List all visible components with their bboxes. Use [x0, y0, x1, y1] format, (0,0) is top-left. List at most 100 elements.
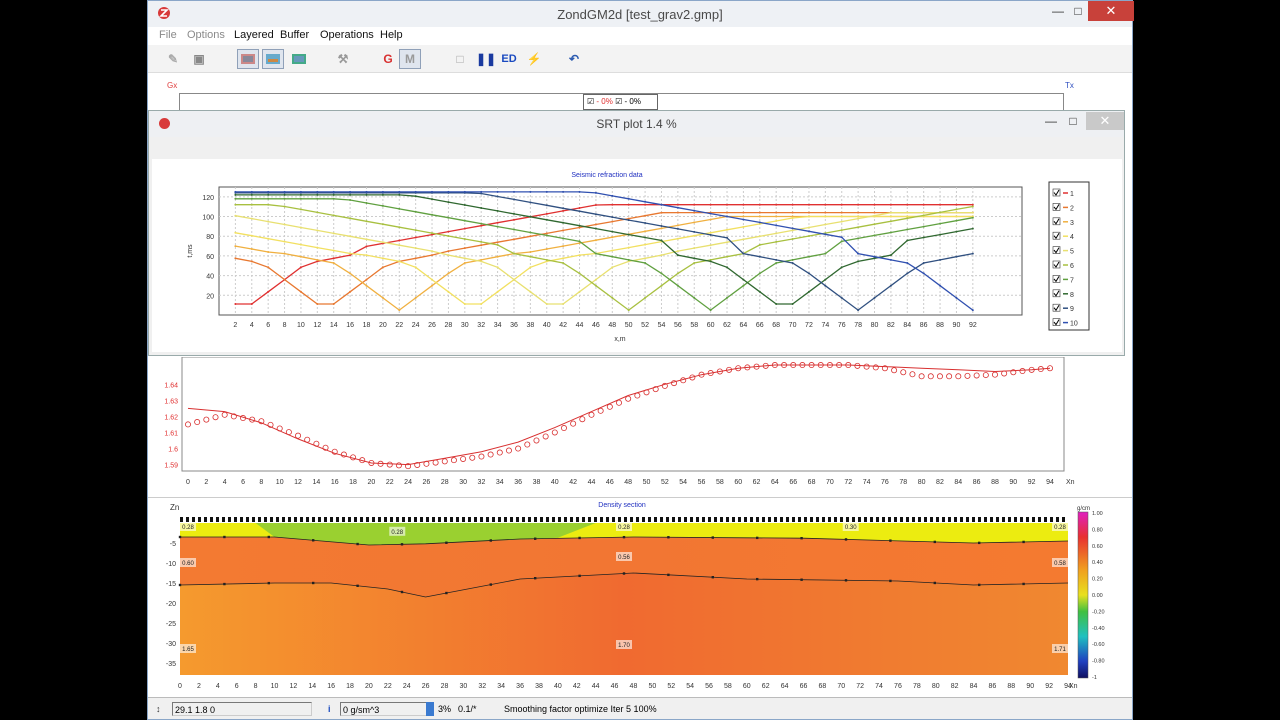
lightning-icon[interactable]: ⚡ — [523, 49, 545, 69]
y-tick-label: 1.61 — [164, 430, 178, 437]
x-tick-label: 8 — [254, 683, 258, 690]
data-point — [939, 258, 942, 261]
chart-title: Seismic refraction data — [571, 172, 642, 179]
sensor-marker — [822, 517, 825, 522]
title-bar[interactable]: ZondGM2d [test_grav2.gmp] — □ ✕ — [148, 1, 1134, 27]
sensor-marker — [630, 517, 633, 522]
data-point — [939, 284, 942, 287]
data-point — [349, 272, 352, 275]
menu-operations[interactable]: Operations — [320, 29, 374, 41]
data-point — [267, 203, 270, 206]
menu-file[interactable]: File — [159, 29, 177, 41]
sensor-marker — [318, 517, 321, 522]
data-point — [349, 217, 352, 220]
data-point — [611, 249, 614, 252]
data-point — [234, 203, 237, 206]
x-tick-label: 60 — [734, 479, 742, 486]
data-point — [808, 255, 810, 258]
data-point — [971, 205, 974, 208]
save-icon[interactable]: ▣ — [188, 49, 210, 69]
layer-label: 1.70 — [618, 643, 630, 649]
m-button[interactable]: M — [399, 49, 421, 69]
data-point — [906, 203, 909, 206]
data-point — [447, 235, 450, 237]
x-tick-label: 20 — [379, 322, 387, 329]
srt-minimize-button[interactable]: — — [1044, 111, 1058, 133]
minimize-button[interactable]: — — [1048, 1, 1068, 23]
data-point — [758, 215, 761, 218]
data-point — [578, 290, 581, 293]
data-point — [299, 197, 302, 200]
data-point — [709, 212, 712, 215]
x-tick-label: 54 — [658, 322, 666, 329]
sensor-marker — [648, 517, 651, 522]
sensor-marker — [942, 517, 945, 522]
sensor-marker — [756, 517, 759, 522]
checkbox-icon[interactable]: ☑ — [587, 97, 594, 106]
data-point — [676, 224, 679, 227]
data-point — [791, 262, 794, 264]
data-point — [627, 197, 630, 200]
sensor-marker — [306, 517, 309, 522]
data-point — [775, 262, 778, 264]
boundary-node — [267, 581, 270, 585]
data-point — [299, 193, 302, 196]
colorbar-tick-label: -1 — [1092, 675, 1097, 681]
x-tick-label: 50 — [625, 322, 633, 329]
data-point — [447, 272, 450, 275]
data-point — [660, 225, 663, 227]
sensor-marker — [816, 517, 819, 522]
status-bar: ↕ 29.1 1.8 0 i 0 g/sm^3 3% 0.1/* Smoothi… — [148, 697, 1132, 719]
layer-label: 0.58 — [1054, 561, 1066, 567]
data-point — [545, 248, 548, 250]
data-point — [529, 235, 532, 238]
colorbar-tick-label: 0.80 — [1092, 527, 1103, 533]
data-point — [250, 303, 253, 305]
ed-button[interactable]: ED — [498, 49, 520, 69]
sensor-marker — [852, 517, 855, 522]
menu-help[interactable]: Help — [380, 29, 403, 41]
layer-label: 0.28 — [391, 530, 403, 536]
boundary-node — [711, 536, 714, 539]
view-section-icon[interactable] — [262, 49, 284, 69]
y-tick-label: -30 — [166, 641, 176, 648]
data-point — [529, 266, 532, 269]
data-point — [873, 211, 876, 214]
open-icon[interactable]: ✎ — [162, 49, 184, 69]
menu-layered[interactable]: Layered — [234, 29, 274, 41]
x-tick-label: 38 — [526, 322, 534, 329]
data-point — [414, 236, 417, 239]
srt-title-bar[interactable]: SRT plot 1.4 % — □ ✕ — [149, 111, 1124, 137]
colorbar-tick-label: 0.40 — [1092, 560, 1103, 566]
data-point — [791, 227, 794, 230]
close-button[interactable]: ✕ — [1088, 1, 1134, 21]
sensor-marker — [600, 517, 603, 522]
sensor-marker — [504, 517, 507, 522]
maximize-button[interactable]: □ — [1068, 1, 1088, 23]
view-model-icon[interactable] — [237, 49, 259, 69]
menu-buffer[interactable]: Buffer — [280, 29, 309, 41]
boundary-node — [800, 536, 803, 540]
undo-icon[interactable]: ↶ — [563, 49, 585, 69]
data-point — [955, 230, 958, 233]
data-point — [332, 197, 335, 200]
checkbox-icon[interactable]: ☑ — [615, 97, 622, 106]
x-tick-label: 26 — [428, 322, 436, 329]
menu-options[interactable]: Options — [187, 29, 225, 41]
tools-icon[interactable]: ⚒ — [332, 49, 354, 69]
srt-plot-window[interactable]: SRT plot 1.4 % — □ ✕ Seismic refraction … — [148, 110, 1125, 356]
layer-label: 0.30 — [845, 525, 857, 531]
data-point — [840, 229, 843, 232]
document-icon[interactable]: □ — [449, 49, 471, 69]
srt-close-button[interactable]: ✕ — [1086, 112, 1124, 130]
srt-maximize-button[interactable]: □ — [1066, 111, 1080, 133]
view-layers-icon[interactable] — [288, 49, 310, 69]
g-button[interactable]: G — [377, 49, 399, 69]
data-point — [365, 284, 368, 287]
data-point — [611, 296, 614, 299]
legend-label-9: 9 — [1070, 306, 1074, 313]
y-tick-label: -5 — [170, 541, 176, 548]
columns-icon[interactable]: ❚❚ — [475, 49, 497, 69]
x-tick-label: 82 — [887, 322, 895, 329]
data-point — [644, 236, 647, 239]
